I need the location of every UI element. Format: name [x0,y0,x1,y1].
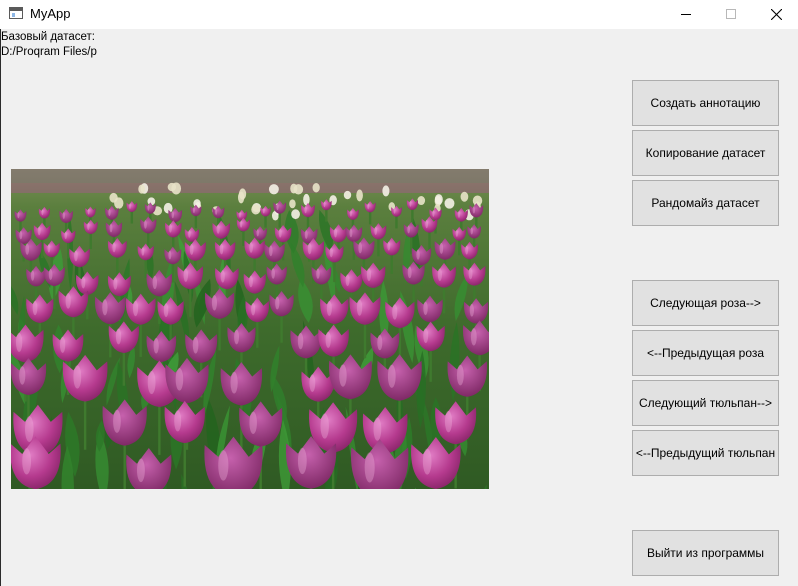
next-rose-button[interactable]: Следующая роза--> [632,280,779,326]
tulip-image-graphic [11,169,489,489]
maximize-button[interactable] [709,0,754,29]
window-left-border [0,29,1,586]
minimize-icon [681,14,691,15]
maximize-icon [726,9,736,19]
randomize-dataset-button[interactable]: Рандомайз датасет [632,180,779,226]
copy-dataset-button[interactable]: Копирование датасет [632,130,779,176]
tulip-image [11,169,489,489]
close-button[interactable] [754,0,798,29]
exit-button[interactable]: Выйти из программы [632,530,779,576]
prev-tulip-button[interactable]: <--Предыдущий тюльпан [632,430,779,476]
title-bar: MyApp [0,0,798,29]
app-window-icon [9,7,23,19]
prev-rose-button[interactable]: <--Предыдущая роза [632,330,779,376]
dataset-label: Базовый датасет: [1,31,95,43]
minimize-button[interactable] [664,0,709,29]
window-title: MyApp [30,6,71,21]
close-icon [771,9,782,20]
next-tulip-button[interactable]: Следующий тюльпан--> [632,380,779,426]
create-annotation-button[interactable]: Создать аннотацию [632,80,779,126]
dataset-path: D:/Proqram Files/p [1,46,97,58]
